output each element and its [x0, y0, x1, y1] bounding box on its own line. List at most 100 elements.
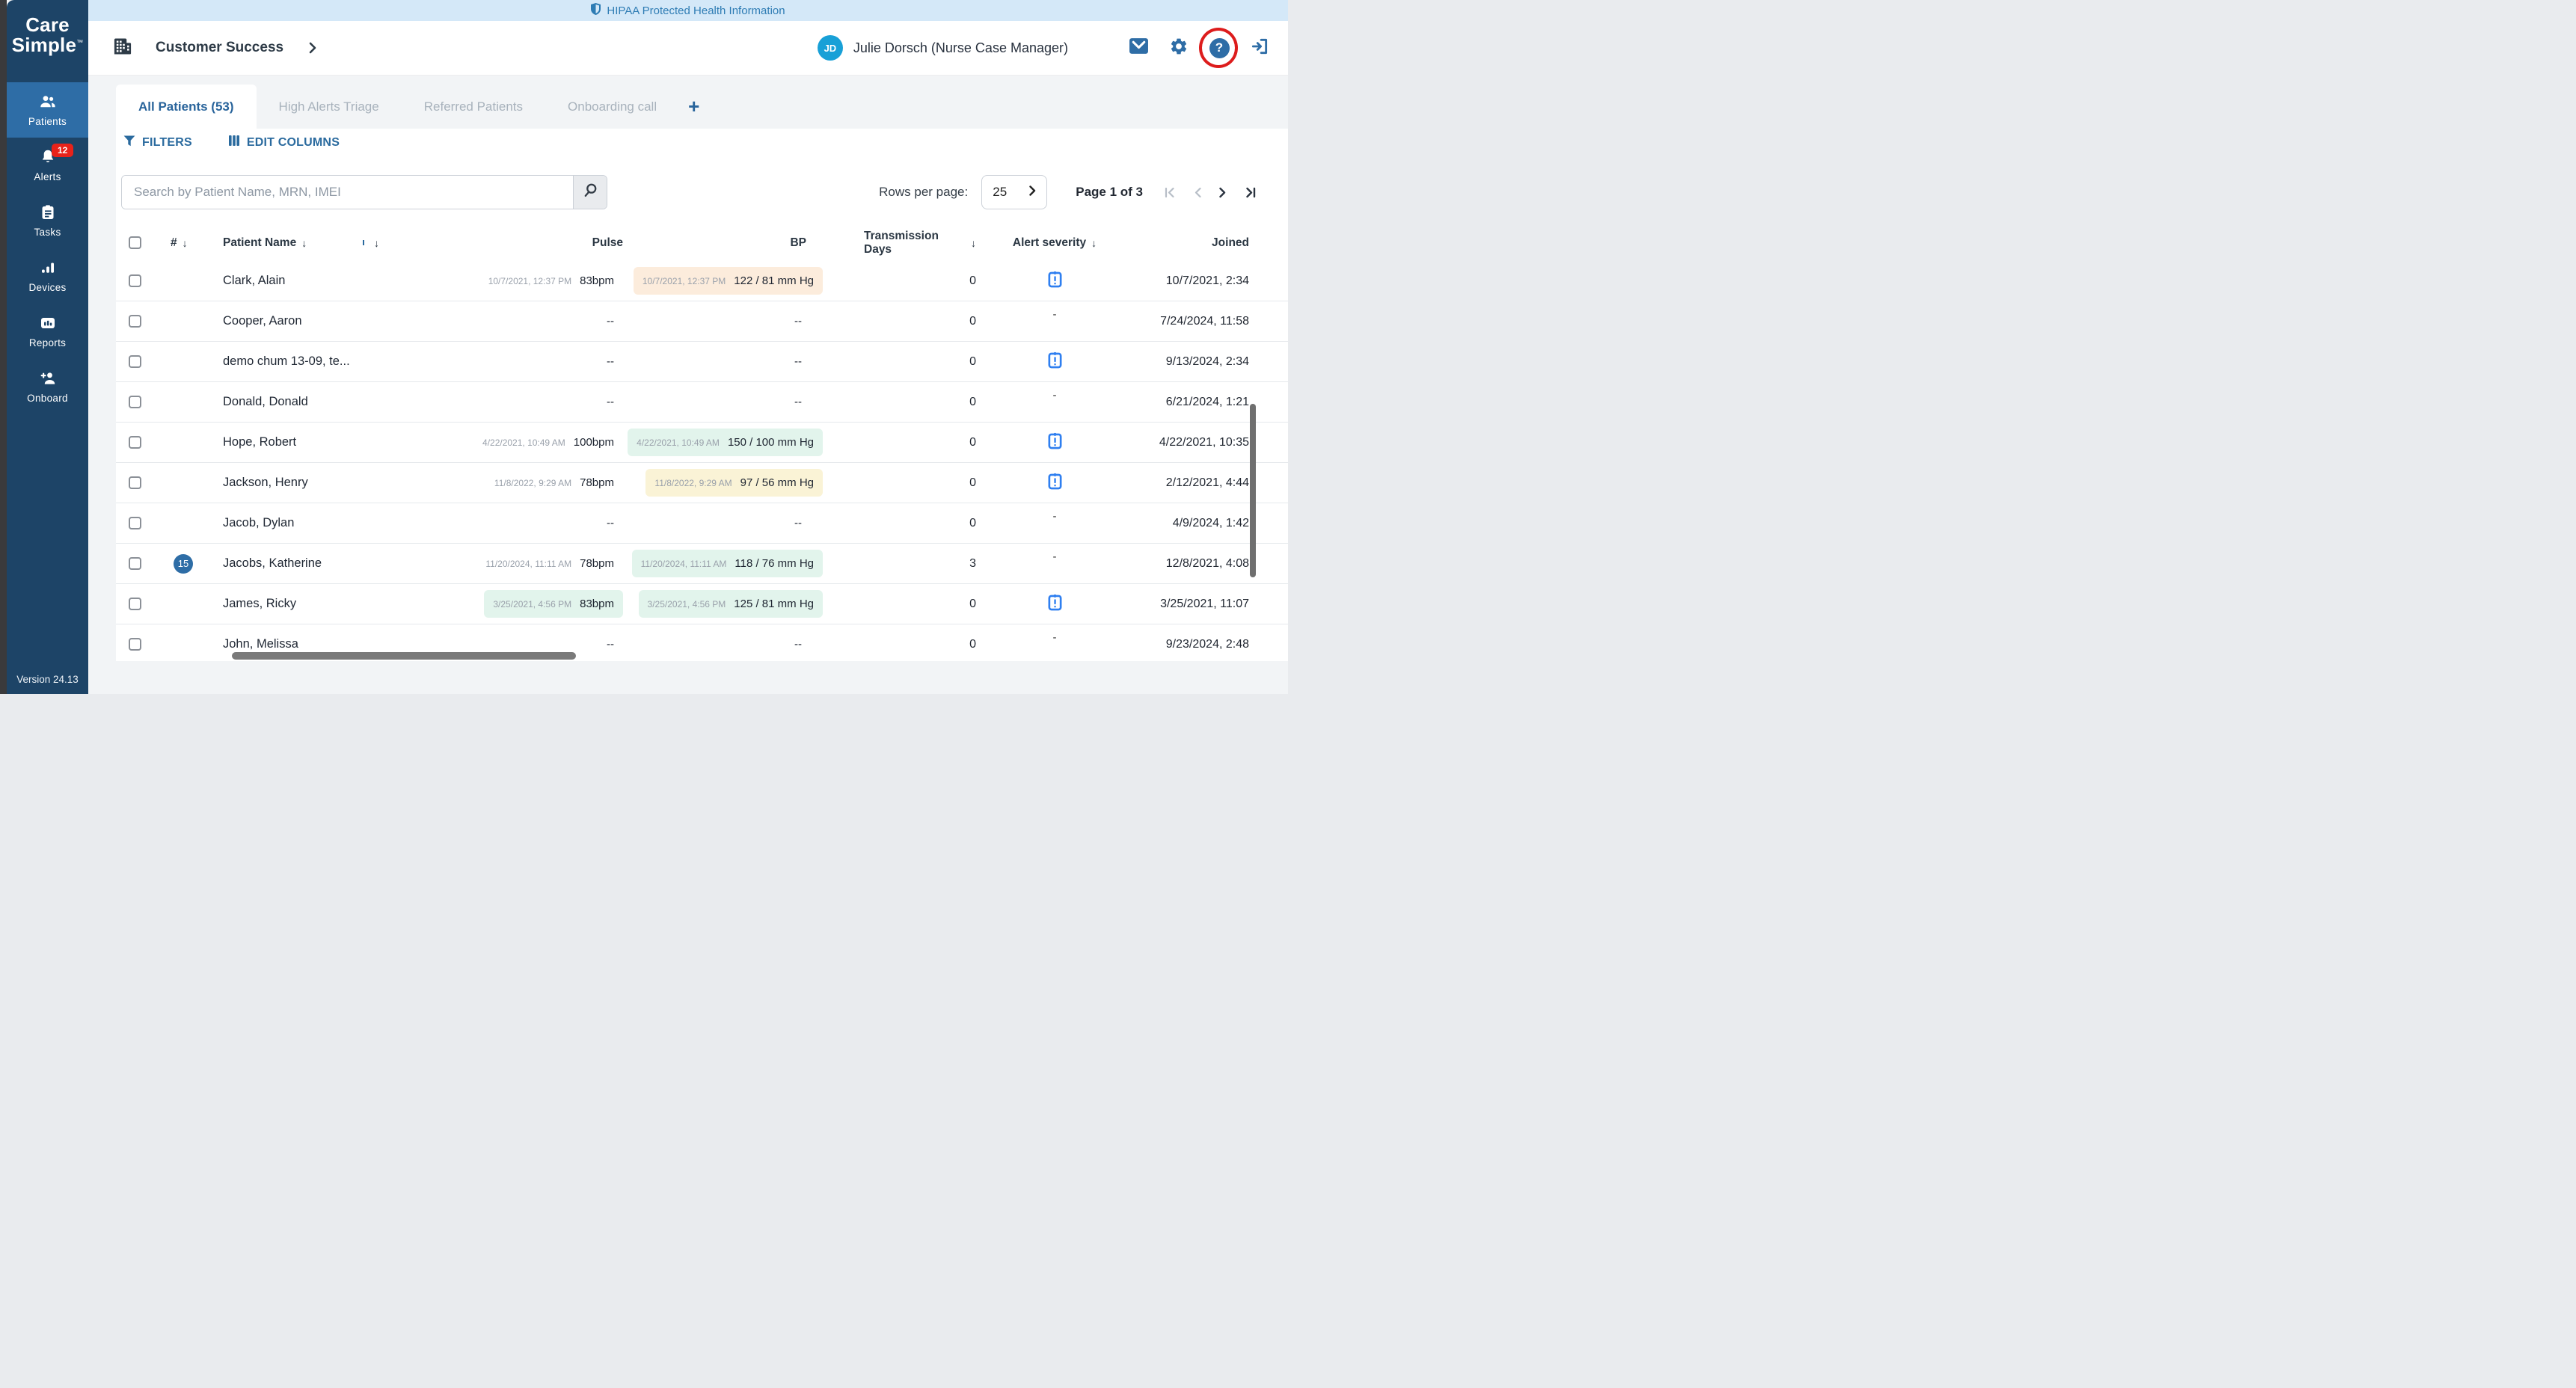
sidebar-item-label: Reports	[29, 337, 66, 348]
column-header-pulse[interactable]: Pulse	[400, 224, 623, 261]
pulse-value: --	[607, 396, 614, 408]
pulse-value: --	[607, 638, 614, 651]
column-header-bp[interactable]: BP	[640, 224, 806, 261]
row-checkbox[interactable]	[129, 274, 141, 287]
row-checkbox[interactable]	[129, 355, 141, 368]
pulse-cell: 11/8/2022, 9:29 AM78bpm	[400, 463, 623, 503]
pulse-cell: 4/22/2021, 10:49 AM100bpm	[400, 423, 623, 462]
sidebar-item-alerts[interactable]: 12 Alerts	[7, 138, 88, 193]
transmission-days-value: 0	[864, 382, 976, 422]
table-row: demo chum 13-09, te... -- -- 0 9/13/2024…	[116, 342, 1288, 382]
bp-timestamp: 11/8/2022, 9:29 AM	[654, 478, 732, 488]
select-all-checkbox[interactable]	[129, 236, 141, 249]
filters-button[interactable]: FILTERS	[123, 135, 192, 150]
chevron-right-icon[interactable]	[309, 42, 316, 54]
column-header-number[interactable]: #↓	[171, 224, 188, 261]
clipboard-alert-icon[interactable]	[1047, 270, 1063, 292]
vertical-scrollbar[interactable]	[1250, 404, 1256, 577]
patient-name-link[interactable]: Jacobs, Katherine	[223, 544, 402, 583]
pulse-value: 83bpm	[580, 598, 614, 610]
gear-icon	[1169, 37, 1189, 60]
sidebar-item-devices[interactable]: Devices	[7, 248, 88, 304]
column-header-truncated[interactable]: ↓	[363, 224, 379, 261]
row-checkbox[interactable]	[129, 476, 141, 489]
pulse-value: 78bpm	[580, 476, 614, 489]
tab-all-patients[interactable]: All Patients (53)	[116, 85, 257, 129]
row-checkbox[interactable]	[129, 517, 141, 529]
messages-button[interactable]	[1128, 37, 1149, 58]
clipboard-alert-icon[interactable]	[1047, 432, 1063, 454]
patient-name-link[interactable]: Donald, Donald	[223, 382, 402, 422]
table-row: Jacob, Dylan -- -- 0 - 4/9/2024, 1:42	[116, 503, 1288, 544]
help-icon: ?	[1209, 38, 1230, 58]
row-checkbox[interactable]	[129, 436, 141, 449]
joined-date: 12/8/2021, 4:08	[1096, 544, 1249, 583]
filter-funnel-icon	[123, 135, 135, 150]
pulse-cell: --	[400, 382, 623, 422]
bp-cell: 10/7/2021, 12:37 PM122 / 81 mm Hg	[640, 261, 823, 301]
patient-name-link[interactable]: Cooper, Aaron	[223, 301, 402, 341]
help-button[interactable]: ?	[1209, 37, 1230, 58]
transmission-days-value: 0	[864, 342, 976, 381]
row-checkbox[interactable]	[129, 557, 141, 570]
columns-icon	[228, 135, 240, 150]
next-page-button[interactable]	[1218, 186, 1227, 199]
row-checkbox[interactable]	[129, 638, 141, 651]
clipboard-alert-icon[interactable]	[1047, 351, 1063, 373]
pulse-timestamp: 3/25/2021, 4:56 PM	[493, 599, 571, 609]
search-input[interactable]	[122, 176, 573, 209]
sidebar-item-tasks[interactable]: Tasks	[7, 193, 88, 248]
alert-severity-cell	[1036, 342, 1073, 381]
edit-columns-button[interactable]: EDIT COLUMNS	[228, 135, 340, 150]
breadcrumb[interactable]: Customer Success	[112, 36, 316, 61]
sign-out-icon	[1250, 37, 1269, 60]
first-page-button[interactable]	[1164, 186, 1177, 199]
patient-name-link[interactable]: demo chum 13-09, te...	[223, 342, 402, 381]
bp-value: --	[794, 638, 802, 651]
transmission-days-value: 3	[864, 544, 976, 583]
hipaa-banner-text: HIPAA Protected Health Information	[607, 4, 785, 17]
add-tab-button[interactable]: +	[679, 85, 708, 129]
column-header-patient-name[interactable]: Patient Name↓	[223, 224, 307, 261]
patient-name-link[interactable]: Clark, Alain	[223, 261, 402, 301]
signal-bars-icon	[39, 259, 57, 277]
sign-out-button[interactable]	[1249, 37, 1270, 58]
row-number-cell	[163, 624, 203, 661]
clipboard-alert-icon[interactable]	[1047, 472, 1063, 494]
last-page-button[interactable]	[1244, 186, 1257, 199]
window-edge	[0, 0, 7, 694]
joined-date: 9/23/2024, 2:48	[1096, 624, 1249, 661]
sidebar-item-patients[interactable]: Patients	[7, 82, 88, 138]
joined-date: 9/13/2024, 2:34	[1096, 342, 1249, 381]
tab-high-alerts-triage[interactable]: High Alerts Triage	[257, 85, 402, 129]
row-number-cell	[163, 382, 203, 422]
column-header-transmission-days[interactable]: Transmission Days↓	[864, 224, 976, 261]
patient-name-link[interactable]: Jacob, Dylan	[223, 503, 402, 543]
patient-name-link[interactable]: Hope, Robert	[223, 423, 402, 462]
previous-page-button[interactable]	[1193, 186, 1202, 199]
row-checkbox[interactable]	[129, 315, 141, 328]
row-checkbox-cell	[129, 544, 141, 583]
sidebar-item-onboard[interactable]: Onboard	[7, 359, 88, 414]
bp-cell: 11/20/2024, 11:11 AM118 / 76 mm Hg	[640, 544, 823, 583]
avatar[interactable]: JD	[818, 35, 843, 61]
sidebar-item-reports[interactable]: Reports	[7, 304, 88, 359]
sidebar-item-label: Devices	[28, 282, 66, 293]
row-checkbox-cell	[129, 503, 141, 543]
patient-name-link[interactable]: James, Ricky	[223, 584, 402, 624]
tab-onboarding-call[interactable]: Onboarding call	[545, 85, 679, 129]
search-icon	[583, 182, 598, 202]
horizontal-scrollbar[interactable]	[232, 652, 576, 660]
tab-referred-patients[interactable]: Referred Patients	[402, 85, 545, 129]
rows-per-page-select[interactable]: 25	[981, 175, 1047, 209]
row-checkbox[interactable]	[129, 396, 141, 408]
clipboard-alert-icon[interactable]	[1047, 593, 1063, 615]
column-header-joined[interactable]: Joined	[1096, 224, 1249, 261]
header-right: JD Julie Dorsch (Nurse Case Manager) ?	[818, 35, 1270, 61]
bp-value: 150 / 100 mm Hg	[728, 436, 814, 449]
search-button[interactable]	[573, 176, 607, 209]
patient-name-link[interactable]: Jackson, Henry	[223, 463, 402, 503]
settings-button[interactable]	[1168, 37, 1189, 58]
transmission-days-value: 0	[864, 301, 976, 341]
row-checkbox[interactable]	[129, 598, 141, 610]
